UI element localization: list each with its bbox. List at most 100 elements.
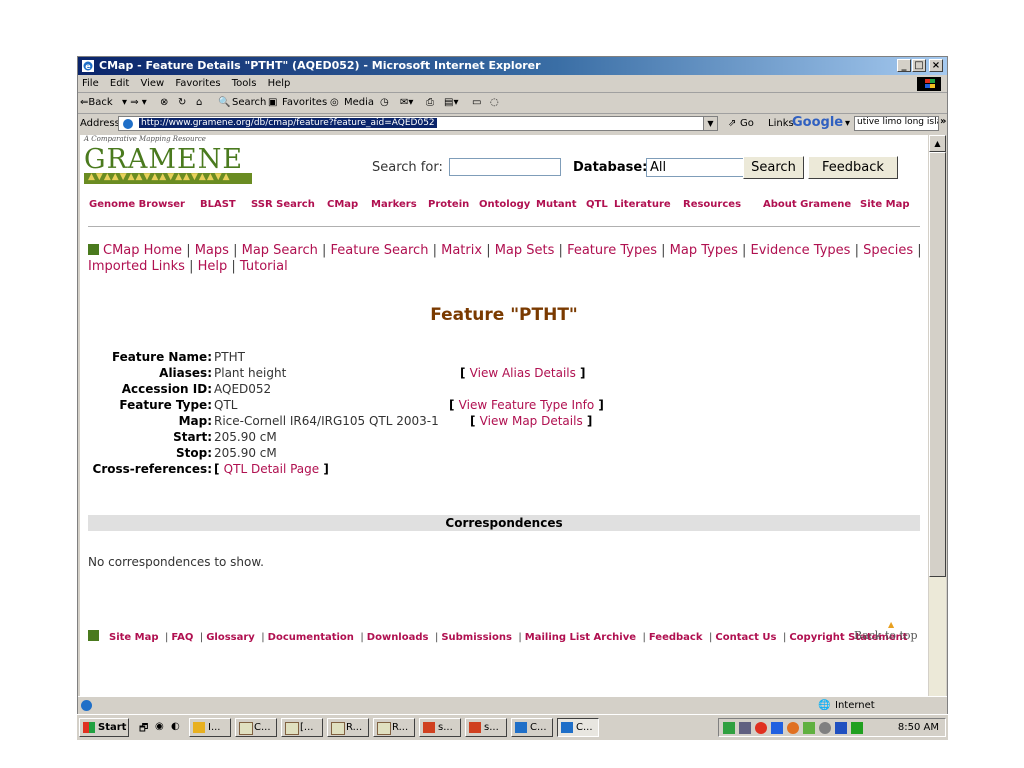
qtl-detail-page-link[interactable]: QTL Detail Page <box>224 462 320 476</box>
stop-icon[interactable]: ⊗ <box>160 97 168 108</box>
nav-literature[interactable]: Literature <box>614 199 671 210</box>
view-alias-details-link[interactable]: View Alias Details <box>470 366 576 380</box>
google-dropdown-icon[interactable]: ▾ <box>845 118 850 129</box>
toolbar-media-button[interactable]: Media <box>344 97 374 108</box>
toolbar-overflow-icon[interactable]: » <box>940 116 946 127</box>
links-button[interactable]: Links <box>768 118 794 129</box>
app-tray-icon[interactable] <box>787 722 799 734</box>
footer-site-map[interactable]: Site Map <box>109 632 159 643</box>
footer-faq[interactable]: FAQ <box>171 632 193 643</box>
cmap-nav-map-sets[interactable]: Map Sets <box>495 243 555 258</box>
cmap-nav-map-types[interactable]: Map Types <box>670 243 738 258</box>
cmap-nav-matrix[interactable]: Matrix <box>441 243 482 258</box>
clock-tray-icon[interactable] <box>819 722 831 734</box>
footer-glossary[interactable]: Glossary <box>206 632 255 643</box>
feedback-button[interactable]: Feedback <box>808 156 898 179</box>
task-item[interactable]: s... <box>419 718 461 737</box>
nav-blast[interactable]: BLAST <box>200 199 236 210</box>
task-item[interactable]: R... <box>373 718 415 737</box>
cmap-nav-feature-types[interactable]: Feature Types <box>567 243 657 258</box>
footer-downloads[interactable]: Downloads <box>367 632 429 643</box>
quick-ie-icon[interactable]: ◉ <box>155 721 168 734</box>
footer-submissions[interactable]: Submissions <box>441 632 512 643</box>
site-search-input[interactable] <box>449 158 561 176</box>
menu-favorites[interactable]: Favorites <box>175 76 220 89</box>
menu-view[interactable]: View <box>140 76 164 89</box>
discuss-icon[interactable]: ▭ <box>472 97 481 108</box>
view-map-details-link[interactable]: View Map Details <box>480 414 583 428</box>
footer-contact-us[interactable]: Contact Us <box>715 632 776 643</box>
maximize-button[interactable]: □ <box>912 59 926 72</box>
minimize-button[interactable]: _ <box>897 59 911 72</box>
refresh-icon[interactable]: ↻ <box>178 97 186 108</box>
toolbar-favorites-button[interactable]: Favorites <box>282 97 327 108</box>
go-button[interactable]: Go <box>740 118 754 129</box>
google-search-input[interactable]: utive limo long islar <box>854 116 939 131</box>
task-item[interactable]: C... <box>511 718 553 737</box>
nav-mutant[interactable]: Mutant <box>536 199 577 210</box>
mail-icon[interactable]: ✉▾ <box>400 97 413 108</box>
favorites-icon[interactable]: ▣ <box>268 97 277 108</box>
google-toolbar-logo[interactable]: Google <box>792 115 843 130</box>
task-item[interactable]: s... <box>465 718 507 737</box>
search-button[interactable]: Search <box>743 156 804 179</box>
cmap-nav-feature-search[interactable]: Feature Search <box>331 243 429 258</box>
computer-icon[interactable] <box>739 722 751 734</box>
messenger-icon[interactable]: ◌ <box>490 97 499 108</box>
desktop-icon[interactable]: 🗗 <box>139 721 152 734</box>
nav-site-map[interactable]: Site Map <box>860 199 910 210</box>
nav-markers[interactable]: Markers <box>371 199 417 210</box>
messenger-tray-icon[interactable] <box>803 722 815 734</box>
task-item[interactable]: I... <box>189 718 231 737</box>
close-button[interactable]: × <box>929 59 943 72</box>
flag-icon[interactable] <box>771 722 783 734</box>
toolbar-search-button[interactable]: Search <box>232 97 266 108</box>
task-item[interactable]: R... <box>327 718 369 737</box>
media-icon[interactable]: ◎ <box>330 97 339 108</box>
menu-help[interactable]: Help <box>268 76 291 89</box>
shield-icon[interactable] <box>835 722 847 734</box>
cmap-nav-evidence-types[interactable]: Evidence Types <box>751 243 851 258</box>
quick-outlook-icon[interactable]: ◐ <box>171 721 184 734</box>
footer-documentation[interactable]: Documentation <box>268 632 354 643</box>
menu-file[interactable]: File <box>82 76 99 89</box>
print-icon[interactable]: ⎙ <box>426 97 434 108</box>
edit-icon[interactable]: ▤▾ <box>444 97 458 108</box>
antivirus-icon[interactable] <box>755 722 767 734</box>
nav-cmap[interactable]: CMap <box>327 199 358 210</box>
signal-icon[interactable] <box>851 722 863 734</box>
address-dropdown-icon[interactable]: ▼ <box>703 117 717 130</box>
clock[interactable]: 8:50 AM <box>898 722 939 733</box>
cmap-nav-map-search[interactable]: Map Search <box>242 243 318 258</box>
cmap-nav-maps[interactable]: Maps <box>195 243 229 258</box>
cmap-nav-species[interactable]: Species <box>863 243 913 258</box>
start-button[interactable]: Start <box>79 718 129 737</box>
nav-ontology[interactable]: Ontology <box>479 199 530 210</box>
nav-genome-browser[interactable]: Genome Browser <box>89 199 185 210</box>
back-button[interactable]: ⇐Back <box>80 97 113 108</box>
back-dropdown-icon[interactable]: ▾ ⇒ ▾ <box>122 97 147 108</box>
nav-about-gramene[interactable]: About Gramene <box>763 199 851 210</box>
cmap-nav-imported-links[interactable]: Imported Links <box>88 259 185 274</box>
nav-qtl[interactable]: QTL <box>586 199 608 210</box>
task-item[interactable]: [... <box>281 718 323 737</box>
cmap-nav-home[interactable]: CMap Home <box>103 243 182 258</box>
history-icon[interactable]: ◷ <box>380 97 389 108</box>
footer-mailing-list[interactable]: Mailing List Archive <box>525 632 636 643</box>
nav-resources[interactable]: Resources <box>683 199 741 210</box>
address-input[interactable]: http://www.gramene.org/db/cmap/feature?f… <box>118 116 718 131</box>
title-bar[interactable]: e CMap - Feature Details "PTHT" (AQED052… <box>78 57 947 75</box>
search-icon[interactable]: 🔍 <box>218 97 230 108</box>
task-item-active[interactable]: C... <box>557 718 599 737</box>
network-icon[interactable] <box>723 722 735 734</box>
footer-feedback[interactable]: Feedback <box>649 632 703 643</box>
nav-protein[interactable]: Protein <box>428 199 469 210</box>
home-icon[interactable]: ⌂ <box>196 97 202 108</box>
view-feature-type-info-link[interactable]: View Feature Type Info <box>459 398 595 412</box>
menu-tools[interactable]: Tools <box>232 76 257 89</box>
menu-edit[interactable]: Edit <box>110 76 129 89</box>
scroll-up-icon[interactable]: ▲ <box>929 135 946 152</box>
site-logo[interactable]: GRAMENE <box>84 144 243 175</box>
task-item[interactable]: C... <box>235 718 277 737</box>
nav-ssr-search[interactable]: SSR Search <box>251 199 315 210</box>
